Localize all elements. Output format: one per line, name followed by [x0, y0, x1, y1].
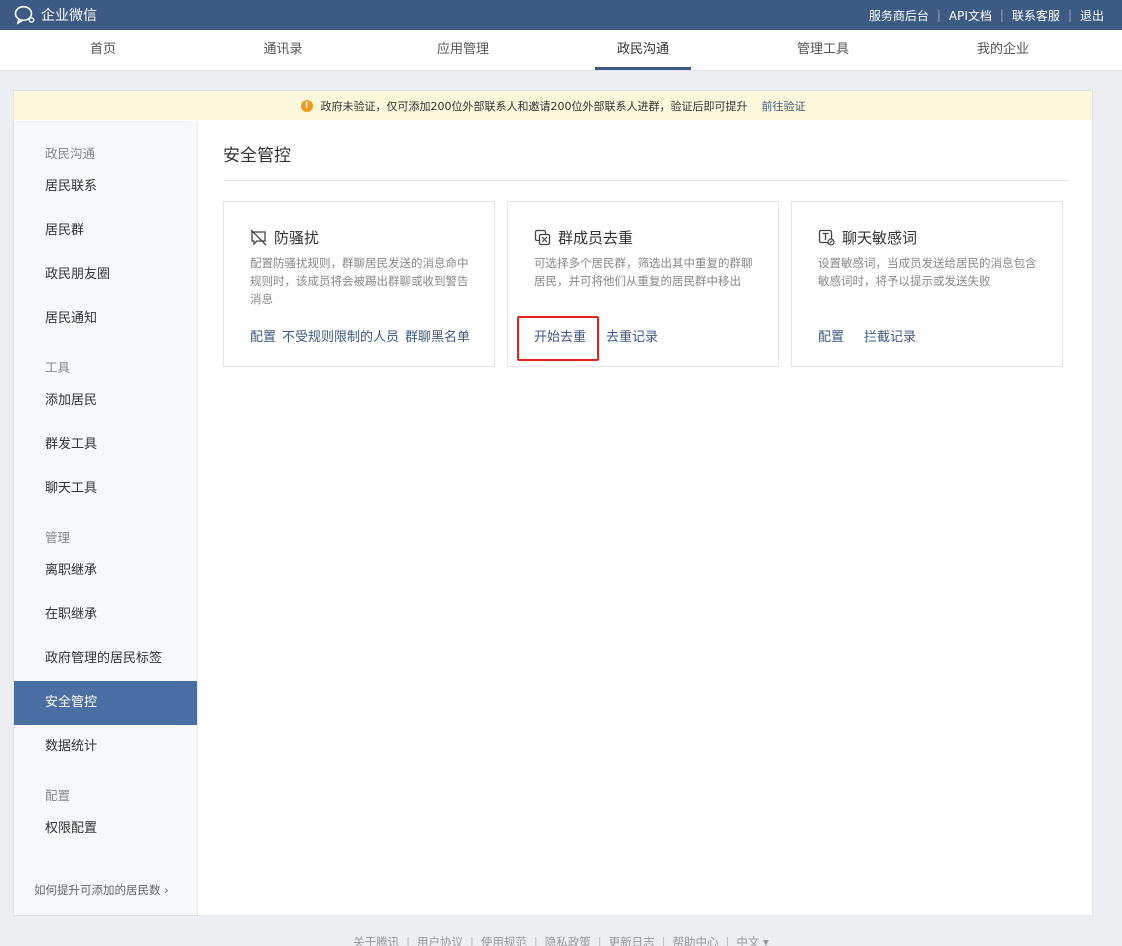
card-header: 群成员去重 [534, 227, 633, 248]
separator: | [533, 935, 538, 946]
sidebar-item-resident-notice[interactable]: 居民通知 [14, 299, 197, 339]
go-verify-link[interactable]: 前往验证 [762, 98, 806, 114]
sidebar-item-mass-send[interactable]: 群发工具 [14, 425, 197, 465]
sidebar-item-statistics[interactable]: 数据统计 [14, 727, 197, 767]
configure-link[interactable]: 配置 [250, 326, 276, 345]
separator: | [1067, 8, 1072, 22]
tab-my-enterprise[interactable]: 我的企业 [913, 30, 1093, 70]
vendor-console-link[interactable]: 服务商后台 [869, 7, 929, 24]
brand-logo[interactable]: 企业微信 [14, 4, 97, 26]
sidebar-item-onjob-transfer[interactable]: 在职继承 [14, 595, 197, 635]
header-links: 服务商后台 | API文档 | 联系客服 | 退出 [869, 0, 1104, 30]
sidebar-item-resident-contact[interactable]: 居民联系 [14, 167, 197, 207]
card-title: 聊天敏感词 [842, 229, 918, 247]
separator: | [999, 8, 1004, 22]
exempt-members-link[interactable]: 不受规则限制的人员 [282, 326, 399, 345]
sidebar-item-chat-tools[interactable]: 聊天工具 [14, 469, 197, 509]
tab-contacts[interactable]: 通讯录 [193, 30, 373, 70]
divider [223, 180, 1069, 181]
sidebar-group-citizen: 政民沟通 [45, 146, 96, 161]
footer-link[interactable]: 关于腾讯 [353, 935, 399, 946]
footer-link[interactable]: 用户协议 [417, 935, 463, 946]
footer-link[interactable]: 帮助中心 [673, 935, 719, 946]
sidebar: 政民沟通 居民联系 居民群 政民朋友圈 居民通知 工具 添加居民 群发工具 聊天… [14, 121, 198, 915]
card-member-dedupe: 群成员去重 可选择多个居民群，筛选出其中重复的群聊居民，并可将他们从重复的居民群… [507, 201, 779, 367]
tab-app-management[interactable]: 应用管理 [373, 30, 553, 70]
api-docs-link[interactable]: API文档 [949, 7, 992, 24]
language-select[interactable]: 中文 ▾ [736, 935, 768, 946]
sidebar-item-security[interactable]: 安全管控 [14, 681, 197, 725]
page-title: 安全管控 [223, 146, 291, 166]
footer-link[interactable]: 隐私政策 [545, 935, 591, 946]
card-description: 设置敏感词，当成员发送给居民的消息包含敏感词时，将予以提示或发送失败 [818, 256, 1037, 288]
separator: | [936, 8, 941, 22]
card-anti-harassment: 防骚扰 配置防骚扰规则，群聊居民发送的消息命中规则时，该成员将会被踢出群聊或收到… [223, 201, 495, 367]
sensitive-word-icon [818, 229, 835, 246]
tab-citizen-communication[interactable]: 政民沟通 [553, 30, 733, 70]
card-header: 聊天敏感词 [818, 227, 917, 248]
main-panel: ! 政府未验证，仅可添加200位外部联系人和邀请200位外部联系人进群，验证后即… [13, 90, 1093, 916]
footer-links: 关于腾讯 | 用户协议 | 使用规范 | 隐私政策 | 更新日志 | 帮助中心 | 中文 ▾ [0, 934, 1122, 946]
card-actions: 配置 拦截记录 [818, 326, 916, 345]
sidebar-item-permissions[interactable]: 权限配置 [14, 809, 197, 849]
sidebar-item-resident-group[interactable]: 居民群 [14, 211, 197, 251]
sidebar-item-resigned-transfer[interactable]: 离职继承 [14, 551, 197, 591]
main-nav: 首页 通讯录 应用管理 政民沟通 管理工具 我的企业 [0, 30, 1122, 71]
logout-link[interactable]: 退出 [1080, 7, 1104, 24]
separator: | [661, 935, 666, 946]
card-actions: 开始去重 去重记录 [534, 326, 658, 345]
separator: | [597, 935, 602, 946]
group-blacklist-link[interactable]: 群聊黑名单 [405, 326, 470, 345]
increase-limit-label: 如何提升可添加的居民数 [34, 883, 161, 897]
notice-text: 政府未验证，仅可添加200位外部联系人和邀请200位外部联系人进群，验证后即可提… [320, 99, 748, 113]
dedupe-icon [534, 229, 551, 246]
card-title: 防骚扰 [274, 229, 320, 247]
card-sensitive-words: 聊天敏感词 设置敏感词，当成员发送给居民的消息包含敏感词时，将予以提示或发送失败… [791, 201, 1063, 367]
sidebar-item-moments[interactable]: 政民朋友圈 [14, 255, 197, 295]
card-actions: 配置 不受规则限制的人员 群聊黑名单 [250, 326, 470, 345]
start-dedupe-button[interactable]: 开始去重 [534, 326, 586, 345]
anti-harassment-icon [250, 229, 267, 246]
separator: | [725, 935, 730, 946]
wecom-logo-icon [14, 5, 35, 25]
separator: | [406, 935, 411, 946]
card-header: 防骚扰 [250, 227, 319, 248]
top-bar: 企业微信 服务商后台 | API文档 | 联系客服 | 退出 [0, 0, 1122, 30]
contact-support-link[interactable]: 联系客服 [1012, 7, 1060, 24]
verification-notice: ! 政府未验证，仅可添加200位外部联系人和邀请200位外部联系人进群，验证后即… [14, 91, 1092, 120]
intercept-records-link[interactable]: 拦截记录 [864, 326, 916, 345]
sidebar-group-manage: 管理 [45, 530, 71, 545]
card-description: 配置防骚扰规则，群聊居民发送的消息命中规则时，该成员将会被踢出群聊或收到警告消息 [250, 256, 469, 306]
card-description: 可选择多个居民群，筛选出其中重复的群聊居民，并可将他们从重复的居民群中移出 [534, 256, 753, 288]
footer-link[interactable]: 使用规范 [481, 935, 527, 946]
brand-name: 企业微信 [41, 8, 97, 24]
card-title: 群成员去重 [558, 229, 634, 247]
separator: | [470, 935, 474, 946]
sidebar-item-resident-tags[interactable]: 政府管理的居民标签 [14, 639, 197, 679]
dedupe-records-link[interactable]: 去重记录 [606, 326, 658, 345]
chevron-right-icon: › [164, 883, 169, 897]
increase-limit-link[interactable]: 如何提升可添加的居民数 › [34, 882, 169, 898]
configure-link[interactable]: 配置 [818, 326, 844, 345]
tab-home[interactable]: 首页 [13, 30, 193, 70]
tab-admin-tools[interactable]: 管理工具 [733, 30, 913, 70]
sidebar-item-add-resident[interactable]: 添加居民 [14, 381, 197, 421]
sidebar-group-config: 配置 [45, 788, 71, 803]
footer-link[interactable]: 更新日志 [609, 935, 655, 946]
warning-icon: ! [300, 99, 313, 112]
sidebar-group-tools: 工具 [45, 360, 71, 375]
